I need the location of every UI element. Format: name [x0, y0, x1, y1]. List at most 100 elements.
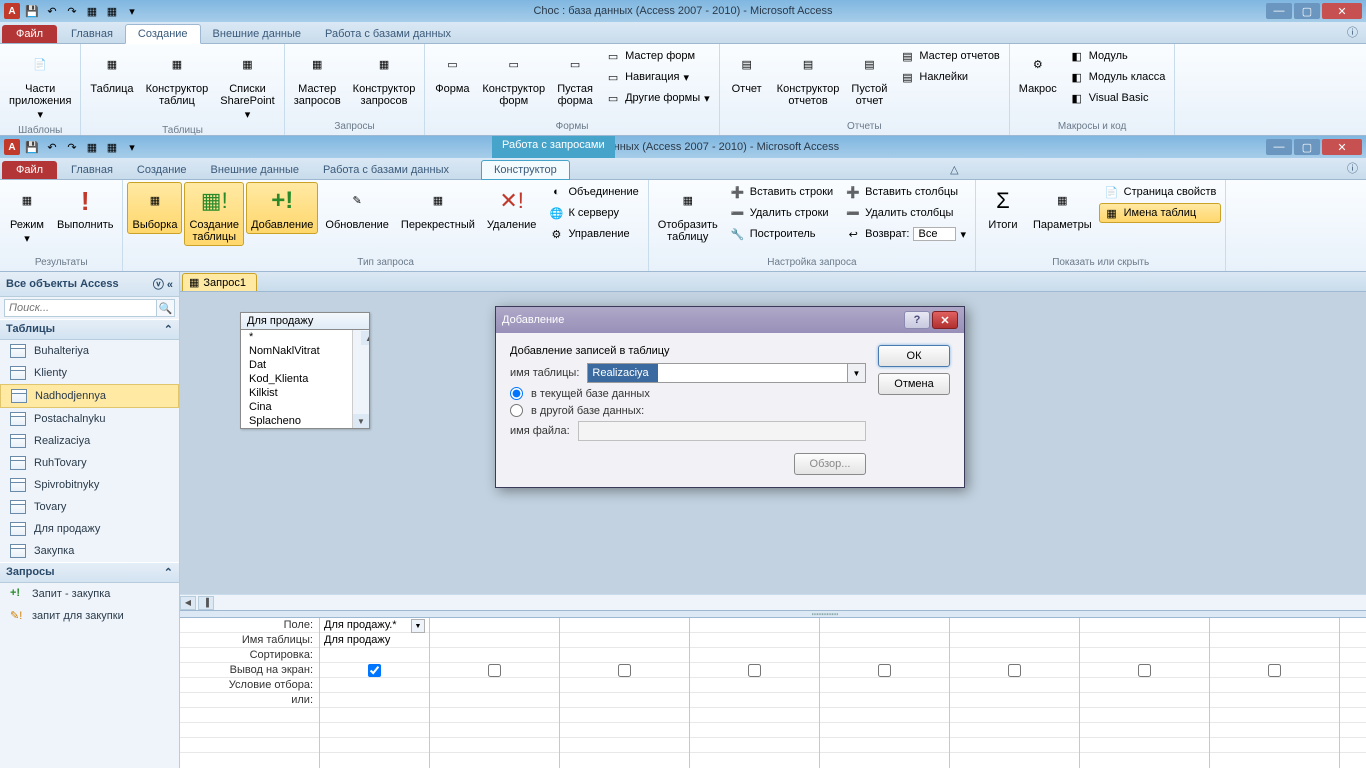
- grid-cell[interactable]: [1080, 678, 1209, 693]
- grid-cell[interactable]: [690, 723, 819, 738]
- grid-cell[interactable]: [320, 708, 429, 723]
- tab-db-tools[interactable]: Работа с базами данных: [313, 25, 463, 43]
- grid-cell[interactable]: [1210, 738, 1339, 753]
- nav-table-item[interactable]: Klienty: [0, 362, 179, 384]
- more-forms-button[interactable]: ▭Другие формы▾: [600, 88, 715, 108]
- nav-header[interactable]: Все объекты Accessⓥ «: [0, 272, 179, 297]
- nav-collapse-icon[interactable]: «: [167, 279, 173, 291]
- macro-button[interactable]: ⚙Макрос: [1014, 46, 1062, 98]
- maximize-button[interactable]: ▢: [1294, 139, 1320, 155]
- grid-cell[interactable]: [320, 723, 429, 738]
- grid-column[interactable]: [1340, 618, 1366, 768]
- grid-cell-show[interactable]: [430, 663, 559, 678]
- nav-table-item[interactable]: Для продажу: [0, 518, 179, 540]
- nav-table-item[interactable]: Tovary: [0, 496, 179, 518]
- search-icon[interactable]: 🔍: [157, 299, 175, 317]
- grid-cell-table[interactable]: [1080, 633, 1209, 648]
- grid-cell[interactable]: [430, 678, 559, 693]
- table-name-input[interactable]: [588, 364, 658, 382]
- show-checkbox[interactable]: [1268, 664, 1281, 677]
- grid-cell[interactable]: [690, 708, 819, 723]
- sharepoint-lists-button[interactable]: ▦Списки SharePoint▾: [215, 46, 279, 124]
- form-wizard-button[interactable]: ▭Мастер форм: [600, 46, 715, 66]
- grid-cell-field[interactable]: [820, 618, 949, 633]
- grid-column[interactable]: [820, 618, 950, 768]
- nav-tables-header[interactable]: Таблицы⌃: [0, 319, 179, 340]
- nav-table-item[interactable]: Spivrobitnyky: [0, 474, 179, 496]
- ribbon-collapse-icon[interactable]: △: [942, 160, 966, 179]
- grid-cell[interactable]: [1210, 678, 1339, 693]
- grid-cell[interactable]: [1340, 693, 1366, 708]
- grid-cell[interactable]: [1210, 723, 1339, 738]
- grid-cell[interactable]: [690, 678, 819, 693]
- grid-cell-sort[interactable]: [1210, 648, 1339, 663]
- qat-more-icon[interactable]: ▾: [124, 139, 140, 155]
- datadef-button[interactable]: ⚙Управление: [543, 224, 643, 244]
- query-design-button[interactable]: ▦Конструктор запросов: [348, 46, 421, 110]
- grid-column[interactable]: [1210, 618, 1340, 768]
- property-sheet-button[interactable]: 📄Страница свойств: [1099, 182, 1222, 202]
- qat-save-icon[interactable]: 💾: [24, 3, 40, 19]
- grid-cell-show[interactable]: [320, 663, 429, 678]
- delete-cols-button[interactable]: ➖Удалить столбцы: [840, 203, 971, 223]
- delete-button[interactable]: ✕!Удаление: [482, 182, 542, 234]
- grid-cell-field[interactable]: [1340, 618, 1366, 633]
- report-wizard-button[interactable]: ▤Мастер отчетов: [894, 46, 1004, 66]
- insert-rows-button[interactable]: ➕Вставить строки: [725, 182, 838, 202]
- nav-search-input[interactable]: [4, 299, 157, 317]
- tab-file[interactable]: Файл: [2, 161, 57, 179]
- grid-cell-table[interactable]: [560, 633, 689, 648]
- grid-cell[interactable]: [950, 678, 1079, 693]
- grid-cell-field[interactable]: [1210, 618, 1339, 633]
- view-button[interactable]: ▦Режим▾: [4, 182, 50, 248]
- grid-cell[interactable]: [1080, 738, 1209, 753]
- grid-cell-table[interactable]: [1340, 633, 1366, 648]
- grid-cell-table[interactable]: [690, 633, 819, 648]
- grid-cell[interactable]: [1210, 693, 1339, 708]
- dialog-close-button[interactable]: ✕: [932, 311, 958, 329]
- grid-cell-field[interactable]: [950, 618, 1079, 633]
- qat-redo-icon[interactable]: ↷: [64, 3, 80, 19]
- qat-icon[interactable]: ▦: [84, 139, 100, 155]
- grid-cell-sort[interactable]: [560, 648, 689, 663]
- grid-cell-field[interactable]: [560, 618, 689, 633]
- grid-cell[interactable]: [1080, 693, 1209, 708]
- grid-cell-field[interactable]: [430, 618, 559, 633]
- show-checkbox[interactable]: [878, 664, 891, 677]
- grid-cell[interactable]: [560, 693, 689, 708]
- grid-cell[interactable]: [950, 693, 1079, 708]
- show-checkbox[interactable]: [618, 664, 631, 677]
- table-field-list[interactable]: Для продажу *NomNaklVitratDatKod_Klienta…: [240, 312, 370, 429]
- class-module-button[interactable]: ◧Модуль класса: [1064, 67, 1171, 87]
- grid-cell-show[interactable]: [1340, 663, 1366, 678]
- grid-column[interactable]: [950, 618, 1080, 768]
- minimize-button[interactable]: —: [1266, 3, 1292, 19]
- tab-design[interactable]: Конструктор: [481, 160, 570, 180]
- field-item[interactable]: Dat: [241, 358, 369, 372]
- grid-cell[interactable]: [430, 693, 559, 708]
- grid-cell[interactable]: [560, 738, 689, 753]
- grid-cell-show[interactable]: [820, 663, 949, 678]
- grid-cell[interactable]: [320, 693, 429, 708]
- nav-query-item[interactable]: +!Запит - закупка: [0, 583, 179, 605]
- grid-cell-field[interactable]: Для продажу.*▼: [320, 618, 429, 633]
- append-button[interactable]: +!Добавление: [246, 182, 318, 234]
- grid-cell[interactable]: [820, 738, 949, 753]
- labels-button[interactable]: ▤Наклейки: [894, 67, 1004, 87]
- grid-cell[interactable]: [820, 723, 949, 738]
- show-checkbox[interactable]: [748, 664, 761, 677]
- nav-table-item[interactable]: RuhTovary: [0, 452, 179, 474]
- select-query-button[interactable]: ▦Выборка: [127, 182, 182, 234]
- grid-cell[interactable]: [430, 738, 559, 753]
- grid-column[interactable]: [560, 618, 690, 768]
- crosstab-button[interactable]: ▦Перекрестный: [396, 182, 480, 234]
- grid-cell[interactable]: [320, 738, 429, 753]
- nav-queries-header[interactable]: Запросы⌃: [0, 562, 179, 583]
- grid-cell[interactable]: [1210, 708, 1339, 723]
- grid-cell-sort[interactable]: [320, 648, 429, 663]
- qat-save-icon[interactable]: 💾: [24, 139, 40, 155]
- grid-cell-field[interactable]: [1080, 618, 1209, 633]
- nav-table-item[interactable]: Postachalnyku: [0, 408, 179, 430]
- report-design-button[interactable]: ▤Конструктор отчетов: [772, 46, 845, 110]
- visual-basic-button[interactable]: ◧Visual Basic: [1064, 88, 1171, 108]
